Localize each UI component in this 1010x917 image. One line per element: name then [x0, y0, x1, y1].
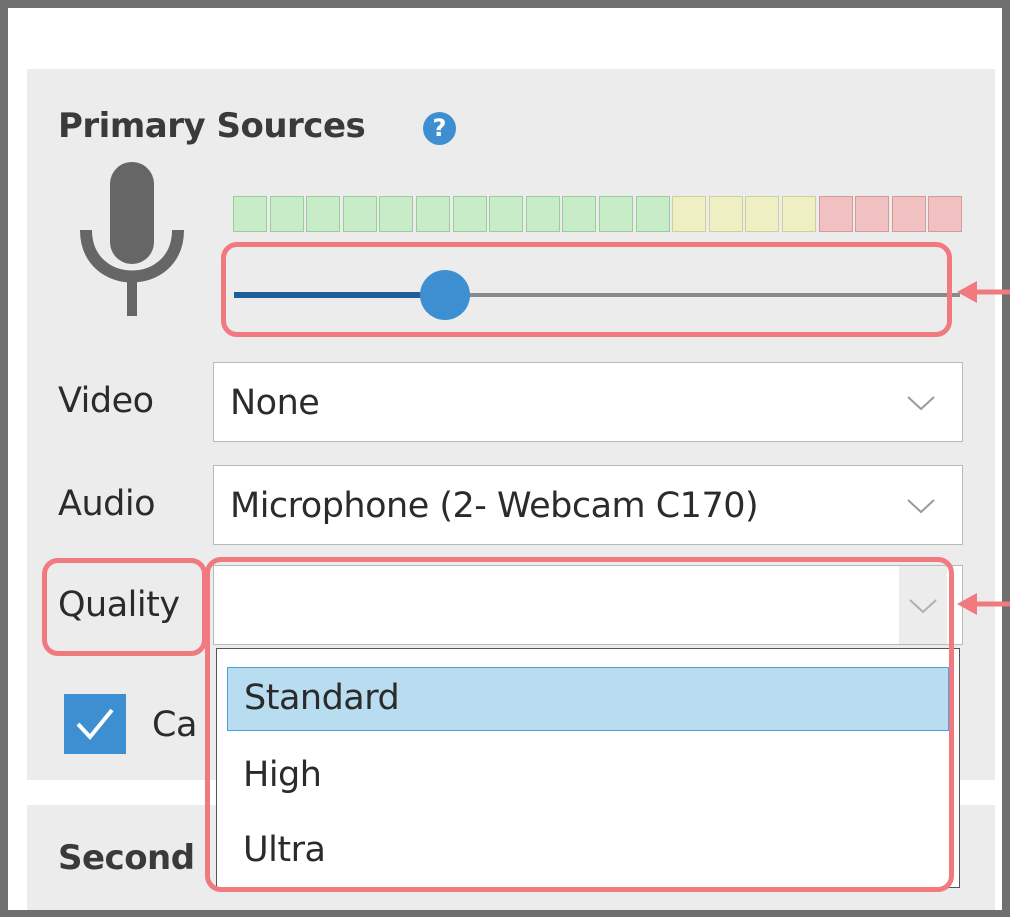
- arrow-left-icon: [957, 593, 1010, 615]
- audio-select[interactable]: Microphone (2- Webcam C170): [213, 465, 963, 545]
- microphone-icon: [80, 162, 184, 316]
- level-meter-segment: [233, 196, 267, 232]
- level-meter-segment: [306, 196, 340, 232]
- arrow-left-icon: [957, 281, 1010, 303]
- level-meter-segment: [892, 196, 926, 232]
- level-meter-segment: [745, 196, 779, 232]
- level-meter-segment: [562, 196, 596, 232]
- video-select-value: None: [230, 383, 320, 423]
- level-meter-segment: [855, 196, 889, 232]
- level-meter-segment: [819, 196, 853, 232]
- level-meter-segment: [416, 196, 450, 232]
- level-meter-segment: [489, 196, 523, 232]
- level-meter-segment: [343, 196, 377, 232]
- audio-select-value: Microphone (2- Webcam C170): [230, 486, 759, 526]
- level-meter-segment: [928, 196, 962, 232]
- audio-label: Audio: [58, 484, 155, 524]
- level-meter-segment: [672, 196, 706, 232]
- chevron-down-icon: [907, 499, 935, 514]
- level-meter-segment: [270, 196, 304, 232]
- level-meter-segment: [636, 196, 670, 232]
- video-label: Video: [58, 381, 154, 421]
- chevron-down-icon: [907, 396, 935, 411]
- quality-label-highlight-box: [42, 558, 207, 656]
- camera-checkbox-label: Ca: [152, 705, 197, 745]
- primary-sources-title: Primary Sources: [58, 106, 366, 146]
- level-meter-segment: [526, 196, 560, 232]
- secondary-sources-title: Second: [58, 838, 195, 878]
- question-circle-icon[interactable]: ?: [423, 112, 456, 145]
- quality-dropdown-highlight-box: [205, 557, 954, 892]
- slider-highlight-box: [221, 242, 952, 337]
- level-meter-segment: [379, 196, 413, 232]
- checkmark-icon: [76, 708, 114, 741]
- video-select[interactable]: None: [213, 362, 963, 442]
- level-meter-segment: [599, 196, 633, 232]
- camera-checkbox[interactable]: [64, 694, 126, 754]
- level-meter-segment: [709, 196, 743, 232]
- level-meter-segment: [453, 196, 487, 232]
- level-meter-segment: [782, 196, 816, 232]
